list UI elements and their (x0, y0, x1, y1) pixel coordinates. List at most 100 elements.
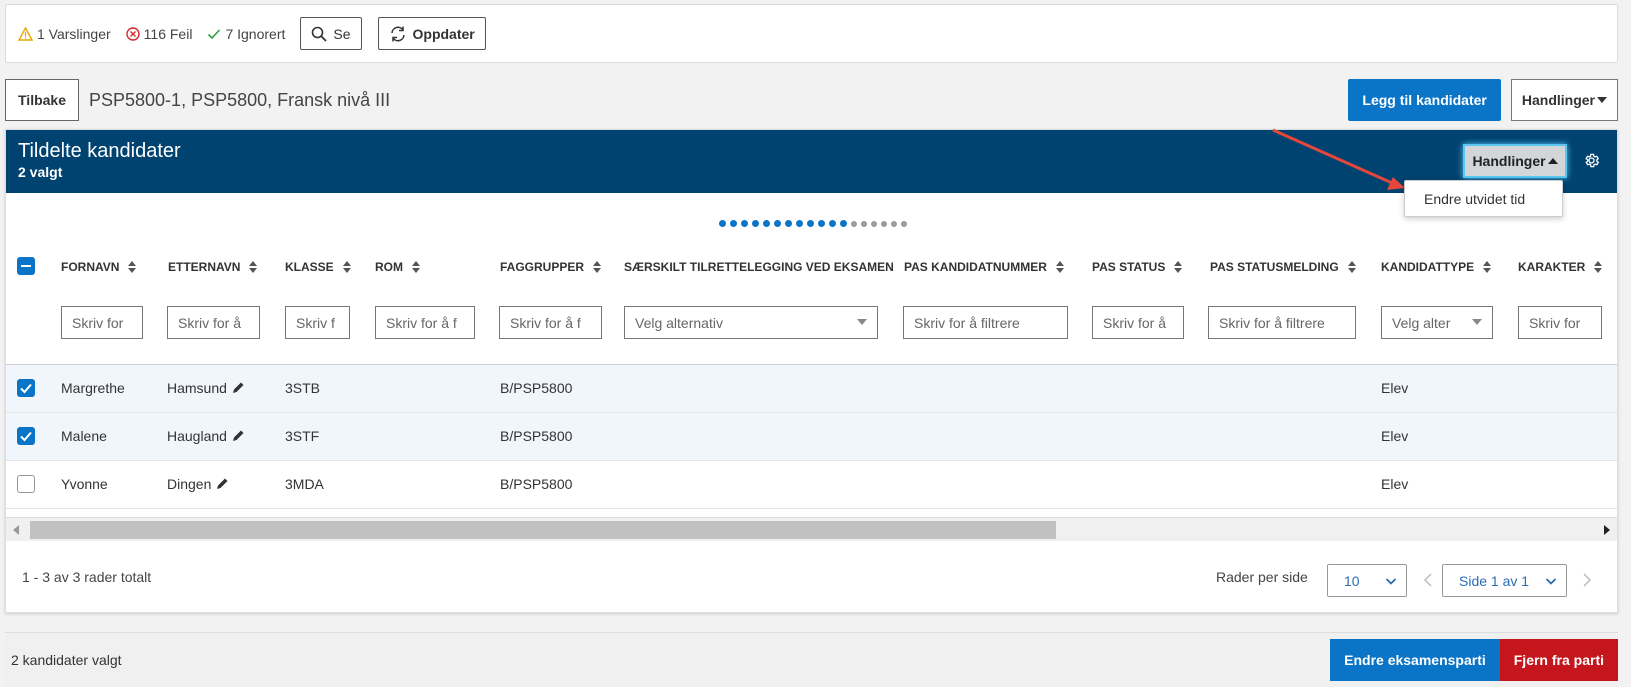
carousel-dot[interactable] (752, 220, 759, 227)
carousel-dot[interactable] (871, 221, 877, 227)
carousel-dot[interactable] (796, 220, 803, 227)
cell-candidate-type-text: Elev (1381, 380, 1409, 396)
row-checkbox[interactable] (17, 379, 35, 397)
column-header[interactable]: ETTERNAVN (168, 257, 258, 277)
column-filter-input[interactable]: Skriv for å f (499, 306, 602, 339)
column-header[interactable]: PAS STATUSMELDING (1210, 257, 1356, 277)
column-filter-input[interactable]: Skriv for (1518, 306, 1602, 339)
carousel-dot[interactable] (741, 220, 748, 227)
column-header-label: ROM (375, 257, 420, 277)
column-label: FAGGRUPPER (500, 260, 585, 274)
column-carousel-dots[interactable] (719, 220, 911, 227)
row-checkbox[interactable] (17, 475, 35, 493)
carousel-dot[interactable] (785, 220, 792, 227)
table-row[interactable]: Margrethe Hamsund 3STB B/PSP5800 Elev (6, 365, 1617, 413)
sort-icon[interactable] (1483, 261, 1492, 273)
column-header[interactable]: FAGGRUPPER (500, 257, 602, 277)
panel-actions-label: Handlinger (1472, 153, 1546, 169)
errors-text: 116 Feil (143, 25, 193, 42)
next-page-icon[interactable] (1582, 573, 1592, 587)
refresh-button[interactable]: Oppdater (377, 17, 486, 50)
dropdown-arrow-icon (1472, 319, 1482, 325)
select-all-checkbox[interactable] (17, 257, 35, 275)
ignored-status[interactable]: 7 Ignorert (207, 26, 285, 42)
column-filter-input[interactable]: Skriv for (61, 306, 143, 339)
sort-icon[interactable] (1055, 261, 1064, 273)
page-select[interactable]: Side 1 av 1 (1442, 564, 1567, 597)
cell-candidate-type: Elev (1381, 380, 1408, 396)
panel-actions-button[interactable]: Handlinger (1463, 144, 1567, 178)
column-header-label: KLASSE (285, 257, 351, 277)
carousel-dot[interactable] (881, 221, 887, 227)
column-filter-input[interactable]: Skriv for å (1092, 306, 1184, 339)
back-button[interactable]: Tilbake (5, 79, 79, 121)
see-button[interactable]: Se (300, 17, 362, 50)
column-header[interactable]: KLASSE (285, 257, 351, 277)
cell-candidate-type-text: Elev (1381, 428, 1409, 444)
carousel-dot[interactable] (807, 220, 814, 227)
warnings-text: 1 Varslinger (37, 25, 111, 42)
sort-icon[interactable] (593, 261, 602, 273)
carousel-dot[interactable] (719, 220, 726, 227)
scrollbar-thumb[interactable] (30, 521, 1056, 539)
column-header[interactable]: KARAKTER (1518, 257, 1603, 277)
previous-page-icon[interactable] (1423, 573, 1433, 587)
column-header[interactable]: ROM (375, 257, 420, 277)
column-header-label: PAS STATUS (1092, 257, 1183, 277)
sort-icon[interactable] (342, 261, 351, 273)
carousel-dot[interactable] (829, 220, 836, 227)
sort-icon[interactable] (1174, 261, 1183, 273)
cell-last-name-text: Dingen (167, 476, 212, 492)
column-header[interactable]: PAS STATUS (1092, 257, 1183, 277)
column-header[interactable]: SÆRSKILT TILRETTELEGGING VED EKSAMEN (624, 257, 894, 277)
column-filter-input[interactable]: Skriv for å filtrere (1208, 306, 1356, 339)
scroll-left-arrow-icon[interactable] (13, 525, 19, 535)
edit-pencil-icon[interactable] (215, 477, 229, 491)
column-filter-input[interactable]: Skriv for å filtrere (903, 306, 1068, 339)
sort-icon[interactable] (412, 261, 420, 273)
remove-from-party-button[interactable]: Fjern fra parti (1499, 639, 1618, 681)
column-header-label: PAS STATUSMELDING (1210, 257, 1356, 277)
add-candidates-button[interactable]: Legg til kandidater (1348, 79, 1501, 121)
filter-placeholder: Velg alternativ (635, 314, 723, 331)
column-filter-select[interactable]: Velg alternativ (624, 306, 878, 339)
carousel-dot[interactable] (840, 220, 847, 227)
carousel-dot[interactable] (818, 220, 825, 227)
column-header[interactable]: PAS KANDIDATNUMMER (904, 257, 1064, 277)
scroll-right-arrow-icon[interactable] (1604, 525, 1610, 535)
edit-pencil-icon[interactable] (231, 429, 245, 443)
column-header[interactable]: FORNAVN (61, 257, 137, 277)
table-row[interactable]: Yvonne Dingen 3MDA B/PSP5800 Elev (6, 461, 1617, 509)
edit-pencil-icon[interactable] (231, 381, 245, 395)
carousel-dot[interactable] (730, 220, 737, 227)
sort-icon[interactable] (1347, 261, 1356, 273)
filter-placeholder: Skriv for å f (510, 314, 581, 331)
menu-item-change-extended-time[interactable]: Endre utvidet tid (1424, 191, 1525, 207)
horizontal-scrollbar[interactable] (6, 517, 1617, 541)
row-checkbox[interactable] (17, 427, 35, 445)
rows-per-page-select[interactable]: 10 (1327, 564, 1407, 597)
column-filter-input[interactable]: Skriv for å f (375, 306, 475, 339)
sort-icon[interactable] (249, 261, 258, 273)
carousel-dot[interactable] (861, 221, 867, 227)
carousel-dot[interactable] (763, 220, 770, 227)
carousel-dot[interactable] (774, 220, 781, 227)
change-exam-party-button[interactable]: Endre eksamensparti (1330, 639, 1500, 681)
column-filter-input[interactable]: Skriv for å (167, 306, 260, 339)
table-row[interactable]: Malene Haugland 3STF B/PSP5800 Elev (6, 413, 1617, 461)
sort-icon[interactable] (128, 261, 137, 273)
carousel-dot[interactable] (851, 221, 857, 227)
warnings-status[interactable]: 1 Varslinger (18, 26, 111, 42)
column-filter-input[interactable]: Skriv f (285, 306, 350, 339)
errors-status[interactable]: 116 Feil (125, 25, 193, 42)
column-header[interactable]: KANDIDATTYPE (1381, 257, 1492, 277)
carousel-dot[interactable] (901, 221, 907, 227)
column-header-label: SÆRSKILT TILRETTELEGGING VED EKSAMEN (624, 257, 894, 277)
column-header-label: KANDIDATTYPE (1381, 257, 1492, 277)
settings-gear-icon[interactable] (1583, 152, 1600, 169)
carousel-dot[interactable] (891, 221, 897, 227)
header-actions-button[interactable]: Handlinger (1510, 79, 1618, 121)
sort-icon[interactable] (1594, 261, 1603, 273)
filter-placeholder: Skriv for å f (386, 314, 457, 331)
column-filter-select[interactable]: Velg alter (1381, 306, 1493, 339)
